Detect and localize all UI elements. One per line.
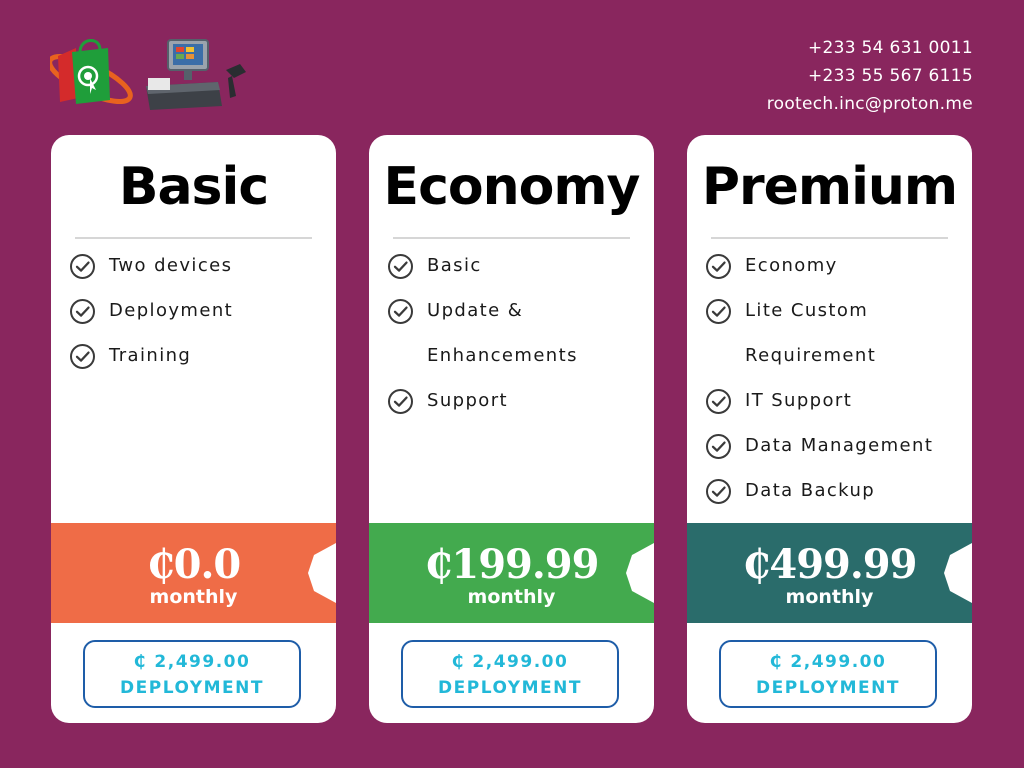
feature-item: Data Management	[705, 423, 962, 468]
ribbon-notch-icon	[308, 543, 336, 603]
feature-label: Update & Enhancements	[427, 300, 578, 366]
check-circle-icon	[387, 252, 414, 279]
deployment-button[interactable]: ₵ 2,499.00 DEPLOYMENT	[401, 640, 619, 708]
plan-card-basic: Basic Two devices Deployment Training ₵0.0 mo…	[51, 135, 336, 723]
feature-list: Basic Update & Enhancements Support	[387, 243, 644, 423]
check-circle-icon	[705, 477, 732, 504]
feature-item: IT Support	[705, 378, 962, 423]
divider	[75, 237, 312, 239]
feature-label: IT Support	[745, 390, 853, 411]
feature-label: Support	[427, 390, 508, 411]
check-circle-icon	[69, 342, 96, 369]
feature-list: Economy Lite Custom Requirement IT Support…	[705, 243, 962, 513]
check-circle-icon	[705, 297, 732, 324]
deployment-price: ₵ 2,499.00	[133, 652, 251, 672]
check-circle-icon	[705, 387, 732, 414]
pos-terminal-logo	[146, 39, 246, 110]
deployment-label: DEPLOYMENT	[756, 678, 900, 698]
price-period: monthly	[785, 586, 874, 608]
deployment-button[interactable]: ₵ 2,499.00 DEPLOYMENT	[83, 640, 301, 708]
plan-card-economy: Economy Basic Update & Enhancements Support…	[369, 135, 654, 723]
deployment-label: DEPLOYMENT	[438, 678, 582, 698]
plan-card-premium: Premium Economy Lite Custom Requirement IT …	[687, 135, 972, 723]
deployment-button[interactable]: ₵ 2,499.00 DEPLOYMENT	[719, 640, 937, 708]
divider	[393, 237, 630, 239]
monthly-price: ₵0.0	[146, 541, 241, 588]
shopping-bag-logo	[47, 39, 133, 105]
feature-item: Data Backup	[705, 468, 962, 513]
feature-label: Lite Custom Requirement	[745, 300, 877, 366]
feature-label: Deployment	[109, 300, 234, 321]
feature-label: Basic	[427, 255, 482, 276]
feature-item: Two devices	[69, 243, 326, 288]
feature-label: Training	[109, 345, 192, 366]
check-circle-icon	[69, 252, 96, 279]
price-band: ₵199.99 monthly	[369, 523, 654, 623]
feature-label: Data Backup	[745, 480, 876, 501]
price-period: monthly	[467, 586, 556, 608]
plan-title: Premium	[701, 157, 958, 217]
feature-item: Deployment	[69, 288, 326, 333]
price-band: ₵0.0 monthly	[51, 523, 336, 623]
feature-item: Economy	[705, 243, 962, 288]
feature-list: Two devices Deployment Training	[69, 243, 326, 378]
plan-title: Economy	[383, 157, 641, 217]
monthly-price: ₵499.99	[742, 541, 918, 588]
divider	[711, 237, 948, 239]
feature-item: Lite Custom Requirement	[705, 288, 962, 378]
ribbon-notch-icon	[944, 543, 972, 603]
check-circle-icon	[705, 252, 732, 279]
ribbon-notch-icon	[626, 543, 654, 603]
check-circle-icon	[705, 432, 732, 459]
contact-email[interactable]: rootech.inc@proton.me	[767, 90, 973, 118]
feature-item: Basic	[387, 243, 644, 288]
feature-label: Two devices	[109, 255, 233, 276]
deployment-price: ₵ 2,499.00	[451, 652, 569, 672]
plan-title: Basic	[118, 157, 269, 217]
header-logos	[47, 34, 250, 114]
feature-label: Data Management	[745, 435, 934, 456]
check-circle-icon	[387, 387, 414, 414]
contact-phone-1: +233 54 631 0011	[807, 38, 973, 58]
feature-item: Training	[69, 333, 326, 378]
monthly-price: ₵199.99	[424, 541, 600, 588]
contact-phone-2: +233 55 567 6115	[807, 66, 973, 86]
price-band: ₵499.99 monthly	[687, 523, 972, 623]
deployment-price: ₵ 2,499.00	[769, 652, 887, 672]
contact-info: +233 54 631 0011 +233 55 567 6115 rootec…	[767, 34, 973, 118]
feature-label: Economy	[745, 255, 838, 276]
deployment-label: DEPLOYMENT	[120, 678, 264, 698]
check-circle-icon	[387, 297, 414, 324]
price-period: monthly	[149, 586, 238, 608]
feature-item: Support	[387, 378, 644, 423]
feature-item: Update & Enhancements	[387, 288, 644, 378]
check-circle-icon	[69, 297, 96, 324]
